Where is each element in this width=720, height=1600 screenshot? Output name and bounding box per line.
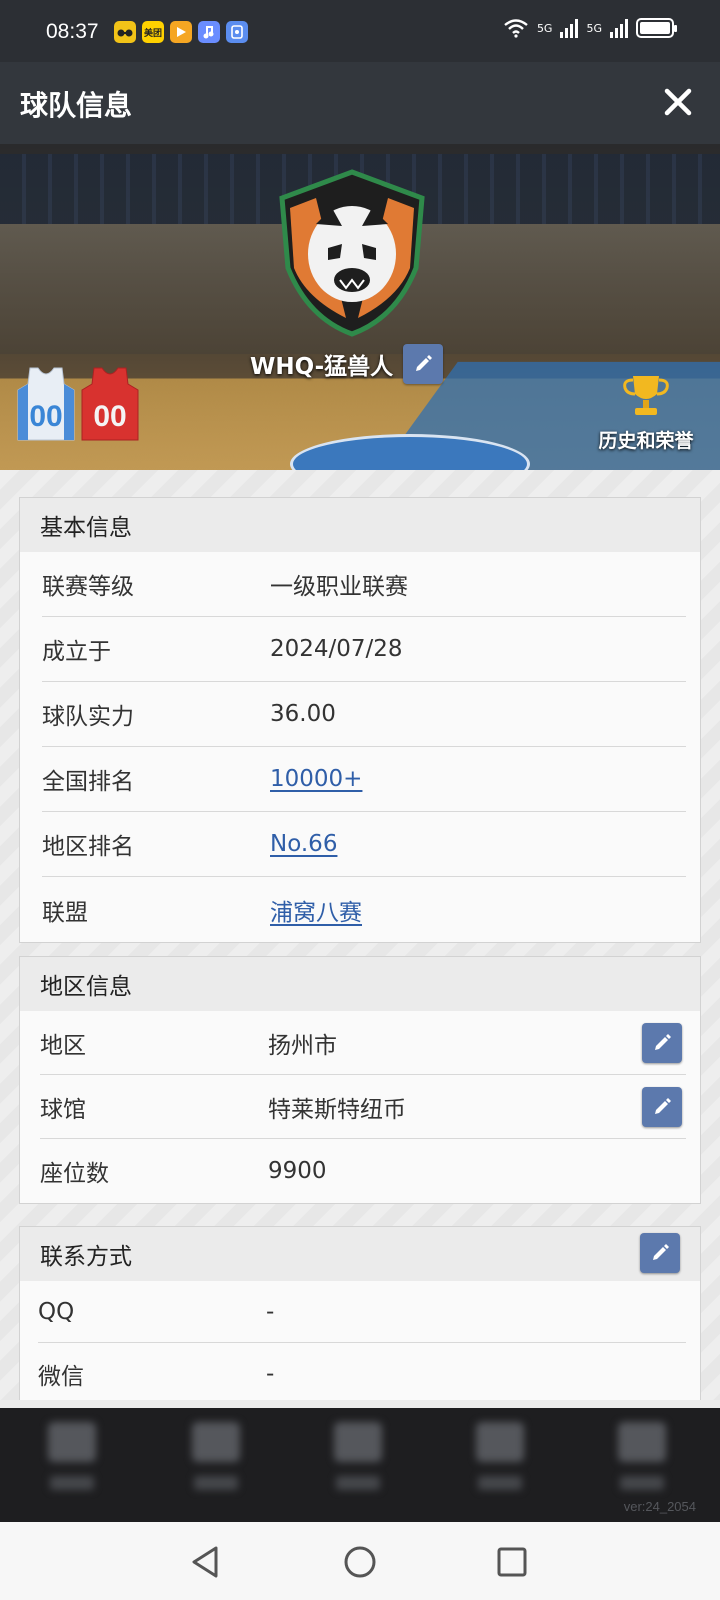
close-icon <box>664 88 692 116</box>
row-label: QQ <box>38 1298 75 1325</box>
info-row-regional-rank: 地区排名 No.66 <box>42 812 686 877</box>
row-label: 成立于 <box>42 639 111 665</box>
page-title: 球队信息 <box>20 89 133 122</box>
status-time: 08:37 <box>46 20 99 43</box>
history-honor-label: 历史和荣誉 <box>598 430 694 452</box>
info-row-alliance: 联盟 浦窝八赛 <box>42 877 686 942</box>
info-row-league-level: 联赛等级 一级职业联赛 <box>42 552 686 617</box>
team-logo-icon <box>279 169 425 337</box>
pencil-icon <box>653 1244 669 1260</box>
contact-info-title: 联系方式 <box>40 1244 132 1270</box>
version-label: ver:24_2054 <box>623 1499 696 1514</box>
regional-rank-link[interactable]: No.66 <box>270 831 337 857</box>
signal-icon-1 <box>560 18 579 38</box>
edit-region-button[interactable] <box>642 1023 682 1063</box>
status-indicators: 5G 5G <box>503 18 677 38</box>
battery-icon <box>636 18 677 38</box>
status-app-icons: 美团 <box>114 21 248 43</box>
home-jersey-number: 00 <box>29 400 62 433</box>
team-name: WHQ-猛兽人 <box>250 354 394 380</box>
home-jersey-icon[interactable]: 00 <box>16 366 76 442</box>
close-button[interactable] <box>658 80 698 124</box>
pencil-icon <box>655 1098 671 1114</box>
row-value: 9900 <box>268 1158 327 1184</box>
pencil-icon <box>416 355 433 371</box>
home-icon[interactable] <box>340 1542 380 1582</box>
team-name-row: WHQ-猛兽人 <box>250 344 444 384</box>
info-row-wechat: 微信 - <box>38 1343 686 1400</box>
nav-item-5[interactable] <box>612 1422 672 1502</box>
info-row-arena: 球馆 特莱斯特纽币 <box>40 1075 686 1139</box>
basic-info-card: 基本信息 联赛等级 一级职业联赛 成立于 2024/07/28 球队实力 36.… <box>19 497 701 943</box>
info-row-team-strength: 球队实力 36.00 <box>42 682 686 747</box>
row-value: - <box>266 1298 275 1325</box>
row-value: 特莱斯特纽币 <box>268 1096 406 1123</box>
contact-info-card: 联系方式 QQ - 微信 - <box>19 1226 701 1400</box>
row-label: 全国排名 <box>42 769 134 795</box>
row-value: - <box>266 1361 275 1387</box>
edit-team-name-button[interactable] <box>403 344 444 384</box>
region-info-title: 地区信息 <box>20 957 700 1011</box>
info-row-founded: 成立于 2024/07/28 <box>42 617 686 682</box>
row-value: 扬州市 <box>268 1032 337 1059</box>
row-value: 2024/07/28 <box>270 636 403 662</box>
row-value: 一级职业联赛 <box>270 574 408 600</box>
network-label-2: 5G <box>586 21 602 35</box>
nav-item-4[interactable] <box>470 1422 530 1502</box>
row-label: 微信 <box>38 1364 84 1390</box>
row-value: 36.00 <box>270 701 336 727</box>
contact-info-header: 联系方式 <box>20 1227 700 1281</box>
edit-arena-button[interactable] <box>642 1087 682 1127</box>
team-jerseys[interactable]: 00 00 <box>16 366 140 442</box>
row-label: 球队实力 <box>42 704 134 730</box>
alliance-link[interactable]: 浦窝八赛 <box>270 893 362 927</box>
row-label: 地区排名 <box>42 834 134 860</box>
history-honor-button[interactable]: 历史和荣誉 <box>586 372 706 453</box>
row-label: 座位数 <box>40 1161 109 1187</box>
meituan-app-icon: 美团 <box>142 21 164 43</box>
system-nav-bar <box>0 1522 720 1600</box>
music-app-icon <box>198 21 220 43</box>
nav-item-1[interactable] <box>42 1422 102 1502</box>
info-row-national-rank: 全国排名 10000+ <box>42 747 686 812</box>
play-app-icon <box>170 21 192 43</box>
team-banner: WHQ-猛兽人 00 00 历史和荣誉 <box>0 144 720 470</box>
recents-icon[interactable] <box>492 1542 532 1582</box>
row-label: 联盟 <box>42 899 88 926</box>
glasses-app-icon <box>114 21 136 43</box>
content-area[interactable]: 基本信息 联赛等级 一级职业联赛 成立于 2024/07/28 球队实力 36.… <box>0 470 720 1400</box>
nav-item-2[interactable] <box>186 1422 246 1502</box>
national-rank-link[interactable]: 10000+ <box>270 766 362 792</box>
row-label: 球馆 <box>40 1096 86 1123</box>
trophy-icon <box>623 376 669 415</box>
bottom-nav: ver:24_2054 <box>0 1408 720 1522</box>
info-row-qq: QQ - <box>38 1281 686 1343</box>
edit-contact-button[interactable] <box>640 1233 680 1273</box>
pencil-icon <box>655 1034 671 1050</box>
row-label: 地区 <box>40 1032 86 1059</box>
page-header: 球队信息 <box>0 62 720 144</box>
info-row-region: 地区 扬州市 <box>40 1011 686 1075</box>
network-label-1: 5G <box>536 21 553 35</box>
back-icon[interactable] <box>186 1542 226 1582</box>
basic-info-title: 基本信息 <box>20 498 700 552</box>
nav-item-3[interactable] <box>328 1422 388 1502</box>
away-jersey-icon[interactable]: 00 <box>80 366 140 442</box>
signal-icon-2 <box>610 18 628 38</box>
wifi-icon <box>504 19 528 38</box>
wallet-app-icon <box>226 21 248 43</box>
row-label: 联赛等级 <box>42 574 134 600</box>
away-jersey-number: 00 <box>93 400 126 433</box>
status-bar: 08:37 美团 5G 5G <box>0 0 720 62</box>
info-row-seats: 座位数 9900 <box>40 1139 686 1203</box>
region-info-card: 地区信息 地区 扬州市 球馆 特莱斯特纽币 座位数 9900 <box>19 956 701 1204</box>
